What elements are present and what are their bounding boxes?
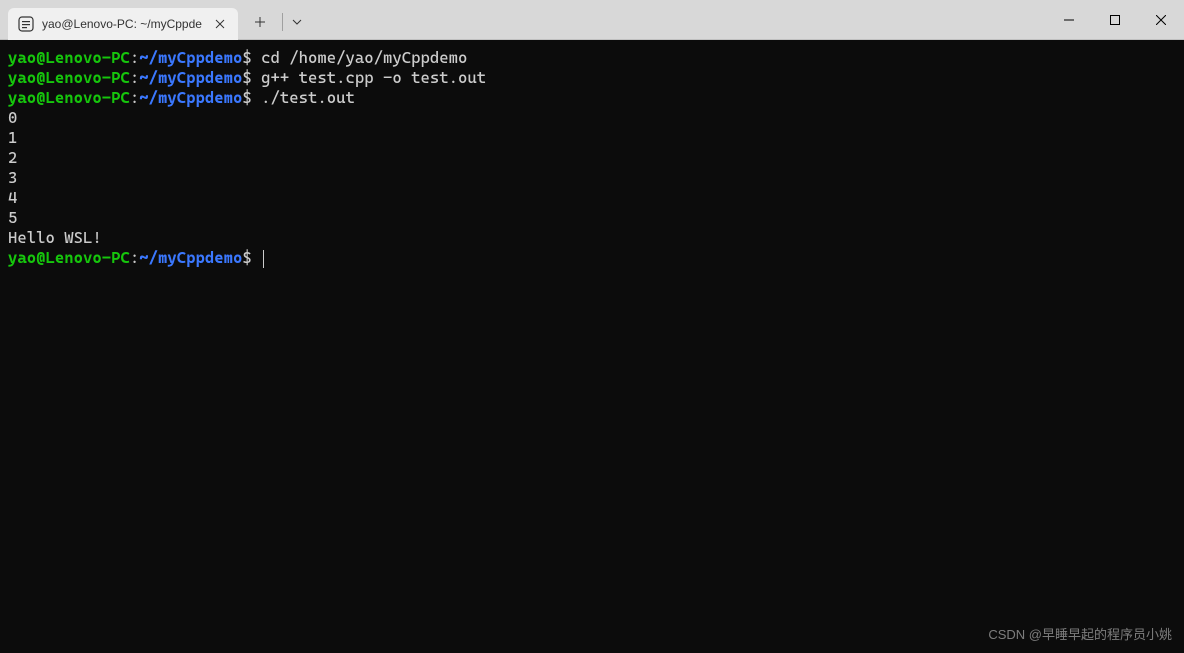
- prompt-dollar: $: [242, 68, 251, 87]
- prompt-path: ~/myCppdemo: [139, 68, 242, 87]
- output-line: 3: [8, 168, 1176, 188]
- command-text: cd /home/yao/myCppdemo: [261, 48, 467, 67]
- prompt-user: yao@Lenovo-PC: [8, 68, 130, 87]
- prompt-path: ~/myCppdemo: [139, 88, 242, 107]
- new-tab-button[interactable]: [244, 6, 276, 38]
- output-line: 4: [8, 188, 1176, 208]
- prompt-user: yao@Lenovo-PC: [8, 248, 130, 267]
- terminal-line: yao@Lenovo-PC:~/myCppdemo$ cd /home/yao/…: [8, 48, 1176, 68]
- prompt-colon: :: [130, 248, 139, 267]
- tab-active[interactable]: yao@Lenovo-PC: ~/myCppde: [8, 8, 238, 40]
- prompt-path: ~/myCppdemo: [139, 248, 242, 267]
- maximize-button[interactable]: [1092, 0, 1138, 40]
- prompt-dollar: $: [242, 88, 251, 107]
- prompt-colon: :: [130, 68, 139, 87]
- prompt-dollar: $: [242, 48, 251, 67]
- output-line: 5: [8, 208, 1176, 228]
- terminal-content[interactable]: yao@Lenovo-PC:~/myCppdemo$ cd /home/yao/…: [0, 40, 1184, 276]
- minimize-button[interactable]: [1046, 0, 1092, 40]
- terminal-line: yao@Lenovo-PC:~/myCppdemo$ ./test.out: [8, 88, 1176, 108]
- prompt-path: ~/myCppdemo: [139, 48, 242, 67]
- window-controls: [1046, 0, 1184, 40]
- prompt-colon: :: [130, 48, 139, 67]
- cursor: [263, 250, 264, 268]
- output-line: 0: [8, 108, 1176, 128]
- prompt-user: yao@Lenovo-PC: [8, 48, 130, 67]
- prompt-colon: :: [130, 88, 139, 107]
- command-text: g++ test.cpp -o test.out: [261, 68, 486, 87]
- command-text: ./test.out: [261, 88, 355, 107]
- tab-title: yao@Lenovo-PC: ~/myCppde: [42, 17, 204, 31]
- output-line: Hello WSL!: [8, 228, 1176, 248]
- prompt-user: yao@Lenovo-PC: [8, 88, 130, 107]
- watermark-text: CSDN @早睡早起的程序员小姚: [988, 624, 1172, 643]
- terminal-line: yao@Lenovo-PC:~/myCppdemo$: [8, 248, 1176, 268]
- tab-distro-icon: [18, 16, 34, 32]
- tab-dropdown-button[interactable]: [283, 6, 311, 38]
- close-button[interactable]: [1138, 0, 1184, 40]
- output-line: 2: [8, 148, 1176, 168]
- tab-close-button[interactable]: [212, 16, 228, 32]
- prompt-dollar: $: [242, 248, 251, 267]
- window-titlebar: yao@Lenovo-PC: ~/myCppde: [0, 0, 1184, 40]
- terminal-line: yao@Lenovo-PC:~/myCppdemo$ g++ test.cpp …: [8, 68, 1176, 88]
- output-line: 1: [8, 128, 1176, 148]
